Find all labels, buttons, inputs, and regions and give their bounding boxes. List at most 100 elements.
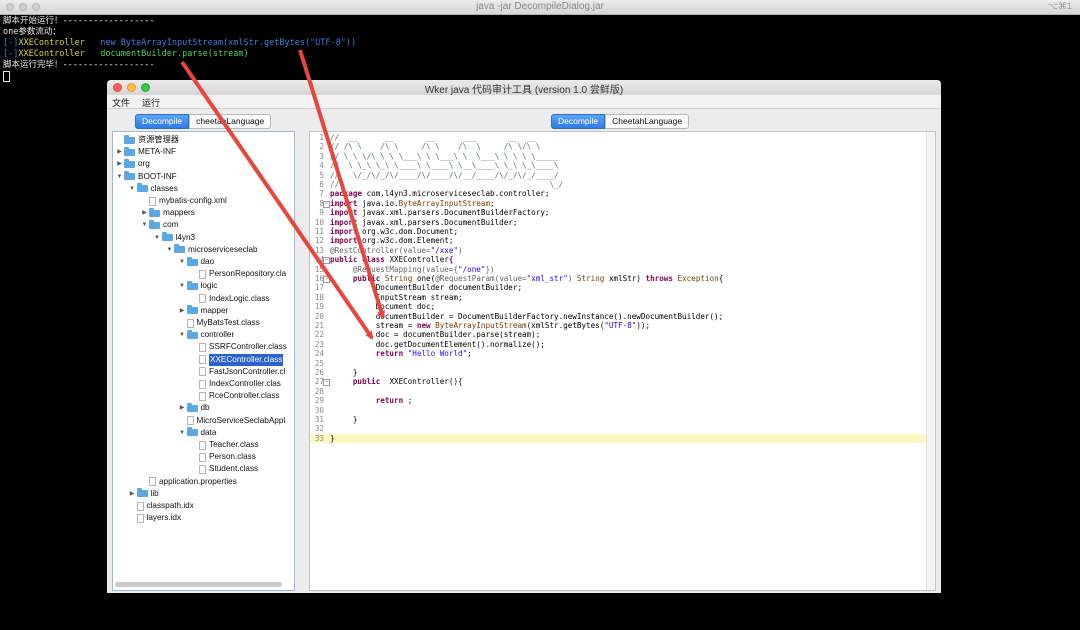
- line-number: 25: [314, 358, 324, 368]
- tree-file[interactable]: PersonRepository.cla: [190, 268, 286, 280]
- tree-file[interactable]: FastJsonController.cl: [190, 366, 285, 378]
- app-title: Wker java 代码审计工具 (version 1.0 尝鲜版): [424, 85, 624, 96]
- line-number: 19: [314, 302, 324, 312]
- folder-icon: [186, 427, 198, 437]
- fold-toggle-icon[interactable]: −: [323, 379, 330, 387]
- tab-decompile-right[interactable]: Decompile: [551, 114, 606, 129]
- terminal-shortcut: ⌥⌘1: [1047, 1, 1072, 11]
- expand-toggle-icon[interactable]: ▼: [165, 244, 174, 256]
- file-icon: [136, 501, 144, 511]
- tree-folder[interactable]: ▶ mappers: [140, 207, 195, 219]
- menu-run[interactable]: 运行: [142, 96, 160, 109]
- expand-toggle-icon[interactable]: ▼: [178, 280, 187, 292]
- tree-file[interactable]: RceController.class: [190, 390, 280, 402]
- file-tree-panel: 资源管理器 ▶ META-INF ▶ org ▼ BOOT-INF ▼ classes mybat…: [112, 131, 295, 591]
- expand-toggle-icon[interactable]: ▶: [128, 488, 137, 500]
- code-line: 25: [310, 359, 927, 368]
- line-number: 2: [319, 142, 324, 152]
- expand-toggle-icon[interactable]: ▼: [115, 171, 124, 183]
- tree-file[interactable]: IndexController.clas: [190, 378, 281, 390]
- fold-toggle-icon[interactable]: −: [323, 200, 330, 208]
- expand-toggle-icon[interactable]: ▶: [140, 207, 149, 219]
- line-number: 16: [314, 274, 324, 283]
- code-line: 7 package com.l4yn3.microserviceseclab.co…: [310, 189, 927, 198]
- tree-file[interactable]: MicroServiceSeclabAppl: [178, 415, 285, 427]
- expand-toggle-icon[interactable]: ▼: [153, 232, 162, 244]
- fold-toggle-icon[interactable]: −: [323, 257, 330, 265]
- code-token: import: [330, 198, 363, 208]
- code-token: Exception: [677, 274, 719, 283]
- tree-label: MyBatsTest.class: [196, 318, 260, 327]
- tree-folder[interactable]: ▼ microserviceseclab: [165, 244, 258, 256]
- code-token: ): [458, 245, 463, 255]
- tree-label: META-INF: [138, 147, 177, 157]
- right-tabbar: Decompile CheetahLanguage: [551, 114, 690, 129]
- tree-file[interactable]: MyBatsTest.class: [178, 317, 260, 329]
- tree-file[interactable]: Person.class: [190, 451, 256, 463]
- file-icon: [199, 342, 206, 352]
- tree-file[interactable]: layers.idx: [128, 512, 181, 524]
- tree-label: lib: [150, 488, 159, 498]
- tree-folder[interactable]: ▶ mapper: [178, 305, 228, 317]
- code-token: public: [352, 377, 390, 387]
- tree-file[interactable]: IndexLogic.class: [190, 293, 270, 305]
- fold-toggle-icon[interactable]: −: [323, 276, 330, 283]
- expand-toggle-icon[interactable]: ▼: [128, 183, 137, 195]
- expand-toggle-icon[interactable]: ▼: [178, 427, 187, 439]
- code-token: {: [448, 255, 454, 265]
- file-icon: [186, 318, 194, 328]
- code-vertical-scrollbar[interactable]: [926, 132, 935, 590]
- tree-folder[interactable]: ▼ logic: [178, 280, 217, 292]
- folder-icon: [124, 146, 135, 156]
- terminal-text: XXEController: [18, 38, 85, 48]
- expand-toggle-icon[interactable]: ▼: [140, 219, 149, 231]
- expand-toggle-icon[interactable]: ▼: [178, 329, 187, 341]
- terminal-line: one参数流动：: [3, 27, 356, 38]
- tree-file[interactable]: XXEController.class: [190, 353, 284, 366]
- line-number: 28: [314, 386, 324, 396]
- tree-folder[interactable]: ▶ lib: [128, 488, 159, 500]
- tree-file[interactable]: Student.class: [190, 463, 258, 475]
- code-line: 30: [310, 406, 927, 415]
- tree-folder[interactable]: ▼ controller: [178, 329, 234, 341]
- tree-folder[interactable]: ▼ BOOT-INF: [115, 171, 177, 183]
- folder-icon: [136, 183, 148, 193]
- expand-toggle-icon[interactable]: ▶: [115, 146, 124, 158]
- tree-folder[interactable]: ▶ db: [178, 402, 210, 414]
- tree-label: Teacher.class: [209, 440, 259, 449]
- terminal-output[interactable]: 脚本开始运行！------------------ one参数流动： [-]XXEC…: [3, 16, 356, 85]
- tree-file[interactable]: Teacher.class: [190, 439, 259, 451]
- tab-cheetah-left[interactable]: cheetahLanguage: [189, 114, 272, 129]
- tree-file[interactable]: classpath.idx: [128, 500, 194, 512]
- expand-toggle-icon[interactable]: ▶: [178, 305, 187, 317]
- code-line: 20 documentBuilder = DocumentBuilderFact…: [310, 312, 927, 321]
- tab-decompile-left[interactable]: Decompile: [135, 114, 190, 129]
- tree-folder[interactable]: ▼ classes: [128, 183, 178, 195]
- tree-folder[interactable]: ▶ META-INF: [115, 146, 176, 158]
- code-token: // \/_/\/_/\/____/\/____/\/__/____/\/_/\…: [330, 170, 559, 180]
- file-icon: [136, 513, 144, 523]
- tree-folder[interactable]: ▼ data: [178, 427, 216, 439]
- file-icon: [199, 391, 206, 401]
- code-token: ByteArrayInputStream: [398, 198, 491, 208]
- menu-file[interactable]: 文件: [112, 96, 130, 109]
- tree-folder[interactable]: ▼ l4yn3: [153, 232, 195, 244]
- code-token: ByteArrayInputStream: [435, 321, 527, 330]
- line-number: 1: [319, 133, 324, 142]
- tree-file[interactable]: application.properties: [140, 476, 237, 488]
- expand-toggle-icon[interactable]: ▶: [178, 402, 187, 414]
- tab-cheetah-right[interactable]: CheetahLanguage: [605, 114, 690, 129]
- tree-horizontal-scrollbar[interactable]: [115, 582, 282, 587]
- tree-file[interactable]: SSRFController.class: [190, 341, 287, 353]
- expand-toggle-icon[interactable]: ▼: [178, 256, 187, 268]
- tree-folder[interactable]: ▼ dao: [178, 256, 214, 268]
- line-number: 30: [314, 405, 324, 415]
- tree-folder[interactable]: 资源管理器: [115, 134, 179, 146]
- tree-folder[interactable]: ▼ com: [140, 219, 178, 231]
- expand-toggle-icon[interactable]: ▶: [115, 158, 124, 170]
- tree-file[interactable]: mybatis-config.xml: [140, 195, 227, 207]
- tree-folder[interactable]: ▶ org: [115, 158, 150, 170]
